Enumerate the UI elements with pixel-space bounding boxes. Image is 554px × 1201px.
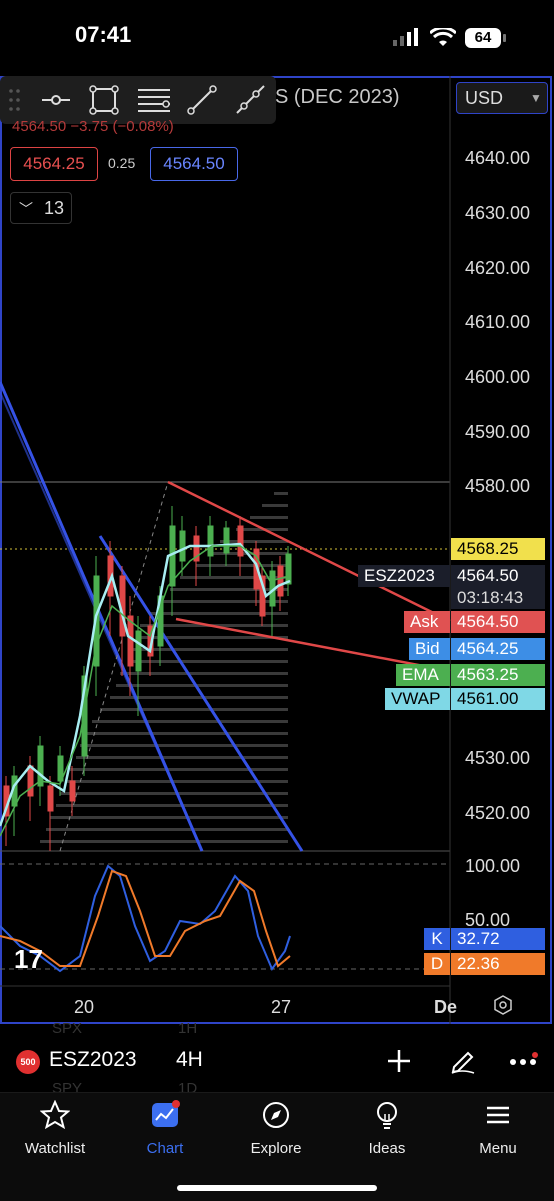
nav-explore[interactable]: Explore bbox=[221, 1100, 331, 1157]
osc-level-label: 100.00 bbox=[465, 856, 521, 876]
chart-symbol-title[interactable]: S (DEC 2023) bbox=[275, 86, 400, 109]
symbol-badge: 500 bbox=[16, 1050, 40, 1074]
interval-button[interactable]: 4H bbox=[176, 1048, 203, 1072]
projection-line bbox=[59, 481, 169, 852]
nav-label: Ideas bbox=[368, 1140, 406, 1157]
indicators-toggle[interactable]: ﹀ 13 bbox=[10, 192, 72, 224]
home-indicator[interactable] bbox=[177, 1185, 377, 1191]
nav-watchlist[interactable]: Watchlist bbox=[0, 1099, 110, 1157]
battery-tip bbox=[503, 34, 506, 42]
nav-chart[interactable]: Chart bbox=[110, 1100, 220, 1157]
price-tick: 4530.00 bbox=[465, 748, 531, 768]
stoch-k-label: K bbox=[424, 928, 450, 950]
nav-label: Menu bbox=[479, 1140, 517, 1157]
time-axis-label: 20 bbox=[74, 997, 95, 1017]
chart-icon bbox=[152, 1100, 180, 1127]
spread-value: 0.25 bbox=[108, 155, 136, 171]
ema-tag-label: EMA bbox=[396, 664, 450, 686]
draw-pen-icon[interactable] bbox=[448, 1045, 478, 1075]
status-time: 07:41 bbox=[75, 22, 132, 47]
add-icon[interactable] bbox=[386, 1048, 412, 1074]
bar-countdown: 03:18:43 bbox=[451, 587, 545, 609]
ask-tag-value: 4564.50 bbox=[451, 611, 545, 633]
time-axis-label: De bbox=[434, 997, 458, 1017]
price-tick: 4640.00 bbox=[465, 148, 531, 168]
trend-line-tool-icon[interactable] bbox=[186, 84, 218, 116]
time-axis-label: 27 bbox=[271, 997, 292, 1017]
wifi-icon bbox=[430, 28, 456, 46]
buy-button[interactable]: 4564.50 bbox=[150, 147, 238, 181]
symbol-name-button[interactable]: ESZ2023 bbox=[49, 1048, 137, 1072]
chevron-down-icon: ▼ bbox=[530, 91, 542, 105]
bid-tag-value: 4564.25 bbox=[451, 638, 545, 660]
stoch-k-line bbox=[0, 864, 291, 973]
chart-settings-icon bbox=[494, 995, 512, 1015]
nav-ideas[interactable]: Ideas bbox=[332, 1100, 442, 1157]
symbol-tag-price: 4564.50 bbox=[451, 565, 545, 587]
bid-tag-label: Bid bbox=[409, 638, 450, 660]
horizontal-line-tool-icon[interactable] bbox=[40, 86, 72, 114]
ghost-interval: 1H bbox=[178, 1020, 198, 1037]
stoch-k-value: 32.72 bbox=[451, 928, 545, 950]
sell-button[interactable]: 4564.25 bbox=[10, 147, 98, 181]
more-options-icon[interactable] bbox=[508, 1052, 538, 1072]
nav-label: Explore bbox=[250, 1140, 302, 1157]
symbol-tag-label: ESZ2023 bbox=[358, 565, 450, 587]
price-tick: 4590.00 bbox=[465, 422, 531, 442]
nav-label: Watchlist bbox=[24, 1140, 86, 1157]
volume-profile bbox=[40, 492, 288, 843]
price-tick: 4580.00 bbox=[465, 476, 531, 496]
nav-label: Chart bbox=[146, 1140, 184, 1157]
price-tick: 4520.00 bbox=[465, 803, 531, 823]
tradingview-logo: 17 bbox=[14, 944, 43, 974]
price-tick: 4600.00 bbox=[465, 367, 531, 387]
indicators-count: 13 bbox=[44, 198, 65, 218]
stoch-d-value: 22.36 bbox=[451, 953, 545, 975]
ohlc-change: 4564.50 −3.75 (−0.08%) bbox=[12, 118, 174, 135]
vwap-tag-value: 4561.00 bbox=[451, 688, 545, 710]
vwap-tag-label: VWAP bbox=[385, 688, 450, 710]
price-tick: 4610.00 bbox=[465, 312, 531, 332]
drag-handle-icon[interactable] bbox=[8, 88, 22, 112]
ask-tag-label: Ask bbox=[404, 611, 450, 633]
ray-tool-icon[interactable] bbox=[234, 84, 266, 116]
price-tick: 4630.00 bbox=[465, 203, 531, 223]
last-price-tag: 4568.25 bbox=[451, 538, 545, 560]
compass-icon bbox=[263, 1102, 289, 1128]
price-tick: 4620.00 bbox=[465, 258, 531, 278]
stoch-d-label: D bbox=[424, 953, 450, 975]
ghost-symbol: SPX bbox=[52, 1020, 83, 1037]
nav-menu[interactable]: Menu bbox=[443, 1100, 553, 1157]
hamburger-icon bbox=[487, 1106, 509, 1124]
candlesticks bbox=[3, 506, 292, 851]
star-icon bbox=[39, 1099, 71, 1130]
lightbulb-icon bbox=[377, 1102, 397, 1129]
ema-tag-value: 4563.25 bbox=[451, 664, 545, 686]
cellular-signal-icon bbox=[393, 28, 418, 46]
chevron-down-icon: ﹀ bbox=[19, 201, 33, 217]
fib-retracement-tool-icon[interactable] bbox=[136, 86, 172, 114]
rectangle-tool-icon[interactable] bbox=[88, 84, 120, 116]
battery-indicator: 64 bbox=[465, 28, 501, 48]
